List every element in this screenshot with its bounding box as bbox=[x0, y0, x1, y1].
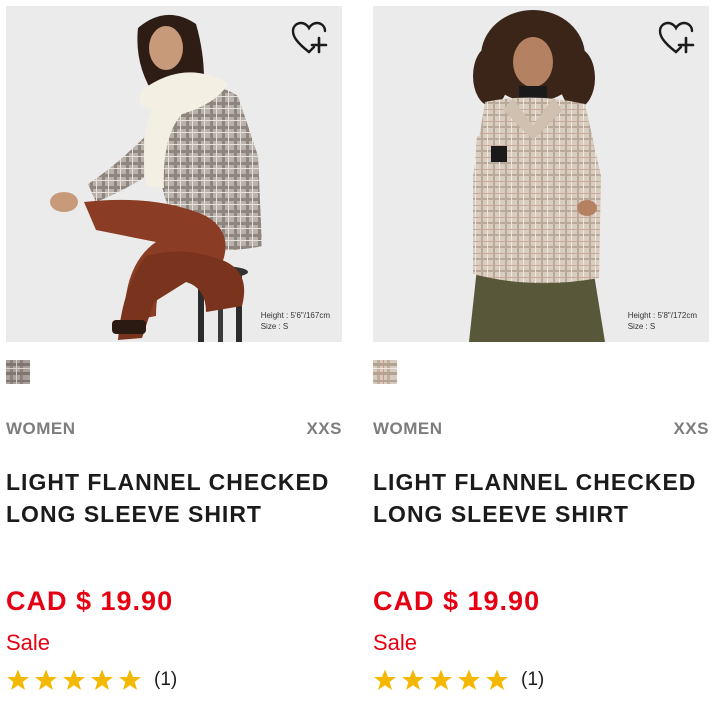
product-name[interactable]: LIGHT FLANNEL CHECKED LONG SLEEVE SHIRT bbox=[6, 466, 342, 530]
model-info: Height : 5'8"/172cm Size : S bbox=[628, 310, 697, 332]
product-card[interactable]: Height : 5'6"/167cm Size : S WOMEN XXS L… bbox=[6, 6, 342, 706]
product-card[interactable]: Height : 5'8"/172cm Size : S WOMEN XXS L… bbox=[373, 6, 709, 706]
product-meta: WOMEN XXS bbox=[373, 419, 709, 441]
star-icon bbox=[63, 669, 85, 690]
star-icon bbox=[458, 669, 480, 690]
review-count: (1) bbox=[154, 669, 178, 690]
product-price: CAD $ 19.90 bbox=[6, 586, 174, 616]
model-height: Height : 5'8"/172cm bbox=[627, 311, 697, 320]
model-size: Size : S bbox=[260, 322, 289, 331]
product-image[interactable]: Height : 5'6"/167cm Size : S bbox=[6, 6, 342, 342]
star-icon bbox=[486, 669, 508, 690]
sale-label: Sale bbox=[6, 630, 51, 655]
product-name[interactable]: LIGHT FLANNEL CHECKED LONG SLEEVE SHIRT bbox=[373, 466, 709, 530]
color-swatch[interactable] bbox=[6, 360, 30, 384]
product-meta: WOMEN XXS bbox=[6, 419, 342, 441]
color-swatch[interactable] bbox=[373, 360, 397, 384]
model-height: Height : 5'6"/167cm bbox=[260, 311, 330, 320]
star-icon bbox=[374, 669, 396, 690]
size-range: XXS bbox=[673, 419, 709, 438]
sale-label: Sale bbox=[373, 630, 418, 655]
size-range: XXS bbox=[306, 419, 342, 438]
rating[interactable]: (1) bbox=[373, 667, 544, 693]
model-info: Height : 5'6"/167cm Size : S bbox=[261, 310, 330, 332]
product-name-line: LIGHT FLANNEL CHECKED bbox=[373, 469, 697, 495]
product-image[interactable]: Height : 5'8"/172cm Size : S bbox=[373, 6, 709, 342]
rating[interactable]: (1) bbox=[6, 667, 177, 693]
product-name-line: LONG SLEEVE SHIRT bbox=[6, 501, 262, 527]
gender-label: WOMEN bbox=[6, 419, 76, 438]
heart-plus-icon[interactable] bbox=[290, 20, 328, 58]
star-icon bbox=[35, 669, 57, 690]
product-name-line: LONG SLEEVE SHIRT bbox=[373, 501, 629, 527]
gender-label: WOMEN bbox=[373, 419, 443, 438]
star-icon bbox=[402, 669, 424, 690]
review-count: (1) bbox=[521, 669, 545, 690]
model-size: Size : S bbox=[627, 322, 656, 331]
product-name-line: LIGHT FLANNEL CHECKED bbox=[6, 469, 330, 495]
product-price: CAD $ 19.90 bbox=[373, 586, 541, 616]
star-icon bbox=[91, 669, 113, 690]
heart-plus-icon[interactable] bbox=[657, 20, 695, 58]
star-icon bbox=[7, 669, 29, 690]
star-icon bbox=[430, 669, 452, 690]
star-icon bbox=[119, 669, 141, 690]
